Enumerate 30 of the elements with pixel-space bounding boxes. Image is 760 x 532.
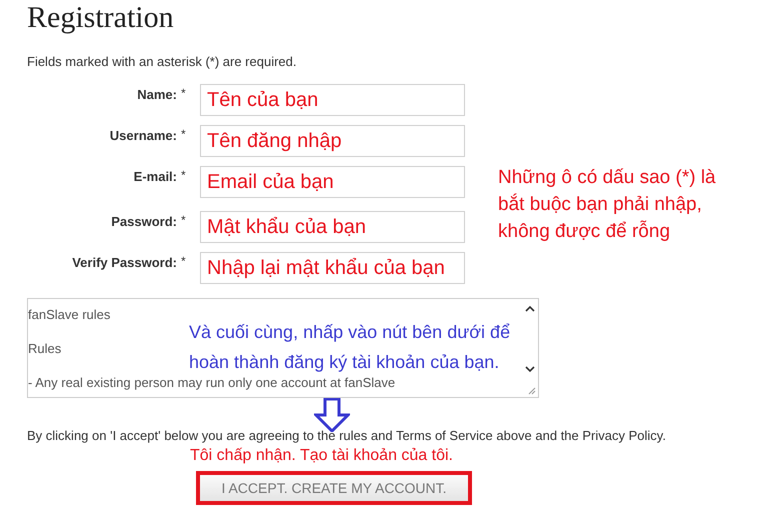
input-field[interactable]: Tên đăng nhập	[200, 125, 465, 157]
agreement-text: By clicking on 'I accept' below you are agreeing to the rules and Terms of Service above and the Privacy Policy.	[27, 428, 667, 444]
rules-line: Rules	[28, 341, 62, 357]
rules-line: - Any real existing person may run only one account at fanSlave	[28, 375, 396, 391]
field-label: Verify Password:	[71, 254, 177, 270]
required-mark: *	[180, 167, 187, 182]
field-label: Password:	[110, 213, 177, 229]
input-field[interactable]: Email của bạn	[200, 166, 465, 198]
scroll-down-icon[interactable]	[525, 365, 535, 373]
accept-button[interactable]: I ACCEPT. CREATE MY ACCOUNT.	[196, 471, 472, 505]
down-arrow-icon	[314, 398, 350, 432]
resize-grip-icon[interactable]	[528, 387, 536, 395]
required-mark: *	[180, 126, 187, 141]
required-note: Fields marked with an asterisk (*) are required.	[27, 54, 298, 70]
required-mark: *	[180, 85, 187, 100]
annotation-text: Và cuối cùng, nhấp vào nút bên dưới để hoàn thành đăng ký tài khoản của bạn.	[189, 321, 512, 374]
field-label: Name:	[136, 86, 177, 102]
page-title: Registration	[27, 0, 175, 36]
rules-text-area[interactable]: fanSlave rules Và cuối cùng, nhấp vào nút bên dưới để hoàn thành đăng ký tài khoản của bạn. Rules - Any real existing person may run only one account at fanSlave	[27, 298, 539, 398]
rules-line: fanSlave rules	[28, 307, 112, 323]
input-field[interactable]: Tên của bạn	[200, 84, 465, 116]
required-mark: *	[180, 212, 187, 227]
field-label: Username:	[108, 127, 177, 143]
input-field[interactable]: Mật khẩu của bạn	[200, 211, 465, 243]
annotation-text: Tôi chấp nhận. Tạo tài khoản của tôi.	[190, 447, 454, 465]
annotation-text: Những ô có dấu sao (*) là bắt buộc bạn phải nhập, không được để rỗng	[498, 166, 717, 244]
field-label: E-mail:	[132, 168, 177, 184]
input-field[interactable]: Nhập lại mật khẩu của bạn	[200, 252, 465, 284]
scroll-up-icon[interactable]	[525, 305, 535, 313]
required-mark: *	[180, 253, 187, 268]
